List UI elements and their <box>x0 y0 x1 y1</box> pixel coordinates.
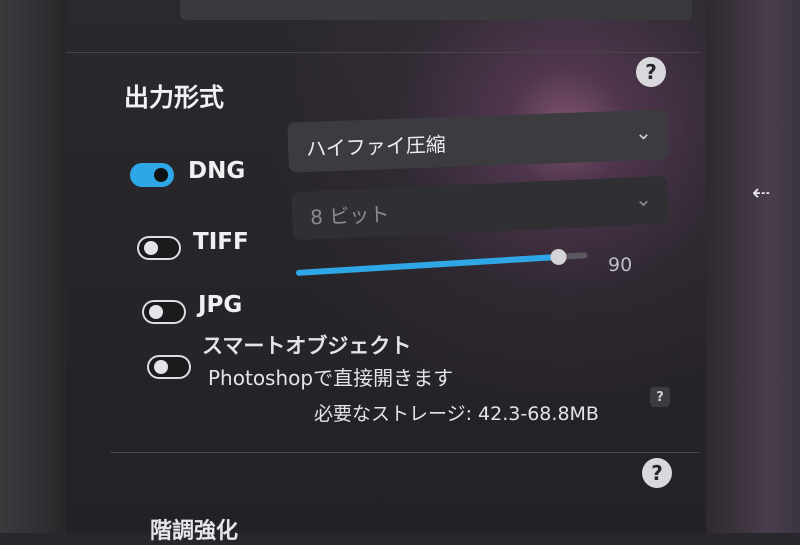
required-storage-text: 必要なストレージ: 42.3-68.8MB <box>314 403 599 425</box>
chevron-down-icon: ⌄ <box>634 119 653 145</box>
tiff-label: TIFF <box>193 229 249 255</box>
question-mark-icon[interactable]: ? <box>636 57 666 87</box>
previous-section-box <box>180 0 692 20</box>
toggle-knob <box>154 168 168 182</box>
question-mark-icon[interactable]: ? <box>650 387 670 407</box>
dng-label: DNG <box>188 158 246 184</box>
toggle-knob <box>149 305 163 319</box>
tiff-toggle[interactable] <box>137 236 181 260</box>
dng-toggle[interactable] <box>130 163 174 187</box>
collapse-arrow-icon[interactable]: ⇠ <box>752 181 770 206</box>
dropdown-value: 8 ビット <box>309 201 390 229</box>
smart-object-toggle[interactable] <box>147 355 191 379</box>
chevron-down-icon: ⌄ <box>634 186 653 212</box>
jpg-toggle[interactable] <box>142 300 186 324</box>
dropdown-value: ハイファイ圧縮 <box>305 131 447 161</box>
monitor-bezel-right <box>700 0 800 533</box>
toggle-knob <box>154 360 168 374</box>
smart-object-label: スマートオブジェクト <box>202 334 412 358</box>
jpg-label: JPG <box>198 292 243 318</box>
section-divider-bottom <box>110 452 700 453</box>
next-section-title: 階調強化 <box>150 519 239 544</box>
smart-object-subtitle: Photoshopで直接開きます <box>208 366 454 390</box>
monitor-bezel-left <box>0 0 70 533</box>
section-divider-top <box>66 52 700 53</box>
question-mark-icon[interactable]: ? <box>642 458 672 488</box>
output-format-title: 出力形式 <box>124 83 225 112</box>
jpg-quality-value: 90 <box>608 254 633 276</box>
toggle-knob <box>144 241 158 255</box>
